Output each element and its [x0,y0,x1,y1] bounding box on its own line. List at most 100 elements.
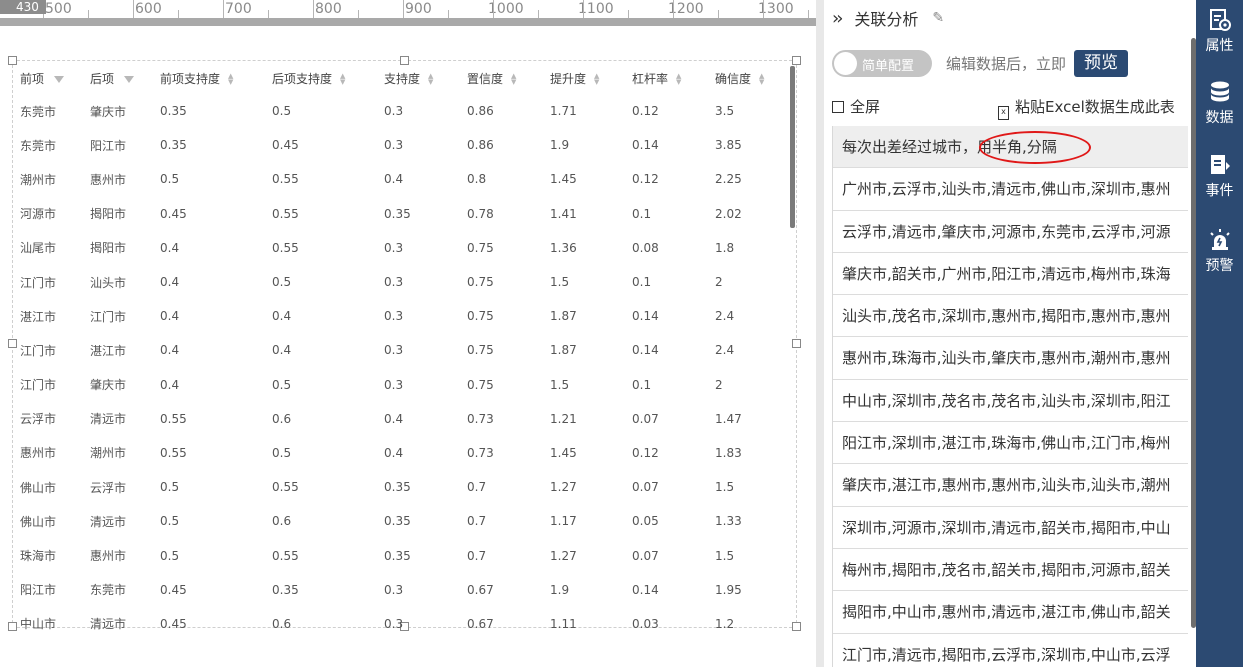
pencil-icon[interactable]: ✎ [932,10,944,26]
resize-handle[interactable] [792,339,801,348]
sort-icon[interactable]: ▲ ▼ [340,73,345,86]
sort-icon[interactable]: ▲ ▼ [594,73,599,86]
table-cell: 1.5 [550,377,570,392]
table-cell: 1.45 [550,445,577,460]
table-row[interactable]: 河源市 揭阳市 0.45 0.55 0.35 0.78 1.41 0.1 2.02 [13,197,788,231]
sort-icon[interactable]: ▲ ▼ [428,73,433,86]
table-row[interactable]: 佛山市 云浮市 0.5 0.55 0.35 0.7 1.27 0.07 1.5 [13,470,788,504]
sort-icon[interactable]: ▲ ▼ [228,73,233,86]
table-cell: 0.3 [384,104,404,119]
table-cell: 清远市 [90,412,127,427]
data-row[interactable]: 惠州市,珠海市,汕头市,肇庆市,惠州市,潮州市,惠州 [833,337,1188,380]
resize-handle[interactable] [792,56,801,65]
table-cell: 东莞市 [90,583,127,598]
data-row[interactable]: 深圳市,河源市,深圳市,清远市,韶关市,揭阳市,中山 [833,507,1188,549]
data-row[interactable]: 梅州市,揭阳市,茂名市,韶关市,揭阳市,河源市,韶关 [833,549,1188,592]
data-row[interactable]: 肇庆市,湛江市,惠州市,惠州市,汕头市,汕头市,潮州 [833,464,1188,507]
ruler-label: 600 [135,1,162,17]
table-cell: 珠海市 [20,549,57,564]
table-row[interactable]: 江门市 汕头市 0.4 0.5 0.3 0.75 1.5 0.1 2 [13,265,788,299]
ruler-label: 700 [225,1,252,17]
table-cell: 0.3 [384,582,404,597]
ruler-label: 900 [405,1,432,17]
table-cell: 湛江市 [20,309,57,324]
table-row[interactable]: 中山市 清远市 0.45 0.6 0.3 0.67 1.11 0.03 1.2 [13,607,788,641]
table-cell: 江门市 [90,309,127,324]
panel-divider[interactable] [816,0,824,667]
double-chevron-right-icon[interactable]: ›› [832,8,844,29]
table-row[interactable]: 佛山市 清远市 0.5 0.6 0.35 0.7 1.17 0.05 1.33 [13,504,788,538]
paste-excel-button[interactable]: x 粘贴Excel数据生成此表 [998,96,1175,120]
table-row[interactable]: 江门市 肇庆市 0.4 0.5 0.3 0.75 1.5 0.1 2 [13,368,788,402]
table-cell: 2.02 [715,206,742,221]
tab-alerts[interactable]: 预警 [1196,222,1243,284]
sort-icon[interactable]: ▲ ▼ [511,73,516,86]
filter-icon[interactable] [124,75,135,83]
table-row[interactable]: 东莞市 阳江市 0.35 0.45 0.3 0.86 1.9 0.14 3.85 [13,128,788,162]
tab-events[interactable]: 事件 [1196,147,1243,209]
table-row[interactable]: 惠州市 潮州市 0.55 0.5 0.4 0.73 1.45 0.12 1.83 [13,436,788,470]
preview-button[interactable]: 预览 [1074,50,1129,77]
sort-icon[interactable]: ▲ ▼ [676,73,681,86]
table-cell: 0.12 [632,445,659,460]
table-row[interactable]: 阳江市 东莞市 0.45 0.35 0.3 0.67 1.9 0.14 1.95 [13,573,788,607]
table-cell: 2.4 [715,343,735,358]
column-header[interactable]: 杠杆率 ▲ ▼ [625,62,708,94]
resize-handle[interactable] [792,622,801,631]
column-header[interactable]: 后项支持度 ▲ ▼ [265,62,377,94]
tab-properties[interactable]: 属性 [1196,2,1243,64]
tab-data[interactable]: 数据 [1196,74,1243,136]
column-header[interactable]: 提升度 ▲ ▼ [543,62,625,94]
column-header[interactable]: 置信度 ▲ ▼ [460,62,543,94]
table-cell: 1.5 [715,480,735,495]
table-cell: 0.4 [384,445,404,460]
data-row[interactable]: 中山市,深圳市,茂名市,茂名市,汕头市,深圳市,阳江 [833,380,1188,423]
table-cell: 1.5 [550,275,570,290]
table-cell: 云浮市 [20,412,57,427]
data-row[interactable]: 云浮市,清远市,肇庆市,河源市,东莞市,云浮市,河源 [833,211,1188,253]
table-cell: 阳江市 [90,138,127,153]
table-cell: 0.55 [272,172,299,187]
table-row[interactable]: 珠海市 惠州市 0.5 0.55 0.35 0.7 1.27 0.07 1.5 [13,538,788,572]
data-column-header[interactable]: 每次出差经过城市，用半角,分隔 [833,126,1188,169]
table-row[interactable]: 湛江市 江门市 0.4 0.4 0.3 0.75 1.87 0.14 2.4 [13,299,788,333]
table-cell: 0.5 [272,104,292,119]
fullscreen-button[interactable]: 全屏 [832,96,880,117]
table-row[interactable]: 汕尾市 揭阳市 0.4 0.55 0.3 0.75 1.36 0.08 1.8 [13,231,788,265]
table-cell: 1.33 [715,514,742,529]
column-header[interactable]: 前项 [13,62,83,94]
fullscreen-icon [832,101,844,113]
column-header[interactable]: 确信度 ▲ ▼ [708,62,788,94]
table-row[interactable]: 潮州市 惠州市 0.5 0.55 0.4 0.8 1.45 0.12 2.25 [13,162,788,196]
column-header[interactable]: 支持度 ▲ ▼ [377,62,460,94]
data-row[interactable]: 阳江市,深圳市,湛江市,珠海市,佛山市,江门市,梅州 [833,422,1188,465]
table-cell: 0.35 [384,206,411,221]
data-row[interactable]: 揭阳市,中山市,惠州市,清远市,湛江市,佛山市,韶关 [833,591,1188,634]
column-header[interactable]: 前项支持度 ▲ ▼ [153,62,265,94]
data-row[interactable]: 肇庆市,韶关市,广州市,阳江市,清远市,梅州市,珠海 [833,253,1188,296]
table-cell: 0.3 [384,138,404,153]
panel-title: 关联分析 [854,10,919,29]
data-row[interactable]: 广州市,云浮市,汕头市,清远市,佛山市,深圳市,惠州 [833,168,1188,211]
table-row[interactable]: 东莞市 肇庆市 0.35 0.5 0.3 0.86 1.71 0.12 3.5 [13,94,788,128]
table-scrollbar[interactable] [790,66,795,228]
table-row[interactable]: 江门市 湛江市 0.4 0.4 0.3 0.75 1.87 0.14 2.4 [13,333,788,367]
data-row[interactable]: 江门市,清远市,揭阳市,云浮市,深圳市,中山市,云浮 [833,634,1188,667]
table-cell: 0.07 [632,411,659,426]
table-cell: 2 [715,377,723,392]
table-cell: 湛江市 [90,343,127,358]
table-row[interactable]: 云浮市 清远市 0.55 0.6 0.4 0.73 1.21 0.07 1.47 [13,402,788,436]
table-cell: 0.6 [272,411,292,426]
table-cell: 惠州市 [90,549,127,564]
data-row[interactable]: 汕头市,茂名市,深圳市,惠州市,揭阳市,惠州市,惠州 [833,295,1188,338]
table-cell: 潮州市 [90,446,127,461]
table-cell: 0.55 [272,240,299,255]
sort-icon[interactable]: ▲ ▼ [759,73,764,86]
column-header[interactable]: 后项 [83,62,153,94]
table-cell: 0.45 [160,206,187,221]
design-canvas[interactable]: 500 600 700 800 900 1000 1100 1200 1300 [0,0,816,667]
table-cell: 0.55 [272,480,299,495]
simple-config-toggle[interactable]: 简单配置 [832,50,932,77]
filter-icon[interactable] [54,75,65,83]
table-cell: 0.03 [632,616,659,631]
